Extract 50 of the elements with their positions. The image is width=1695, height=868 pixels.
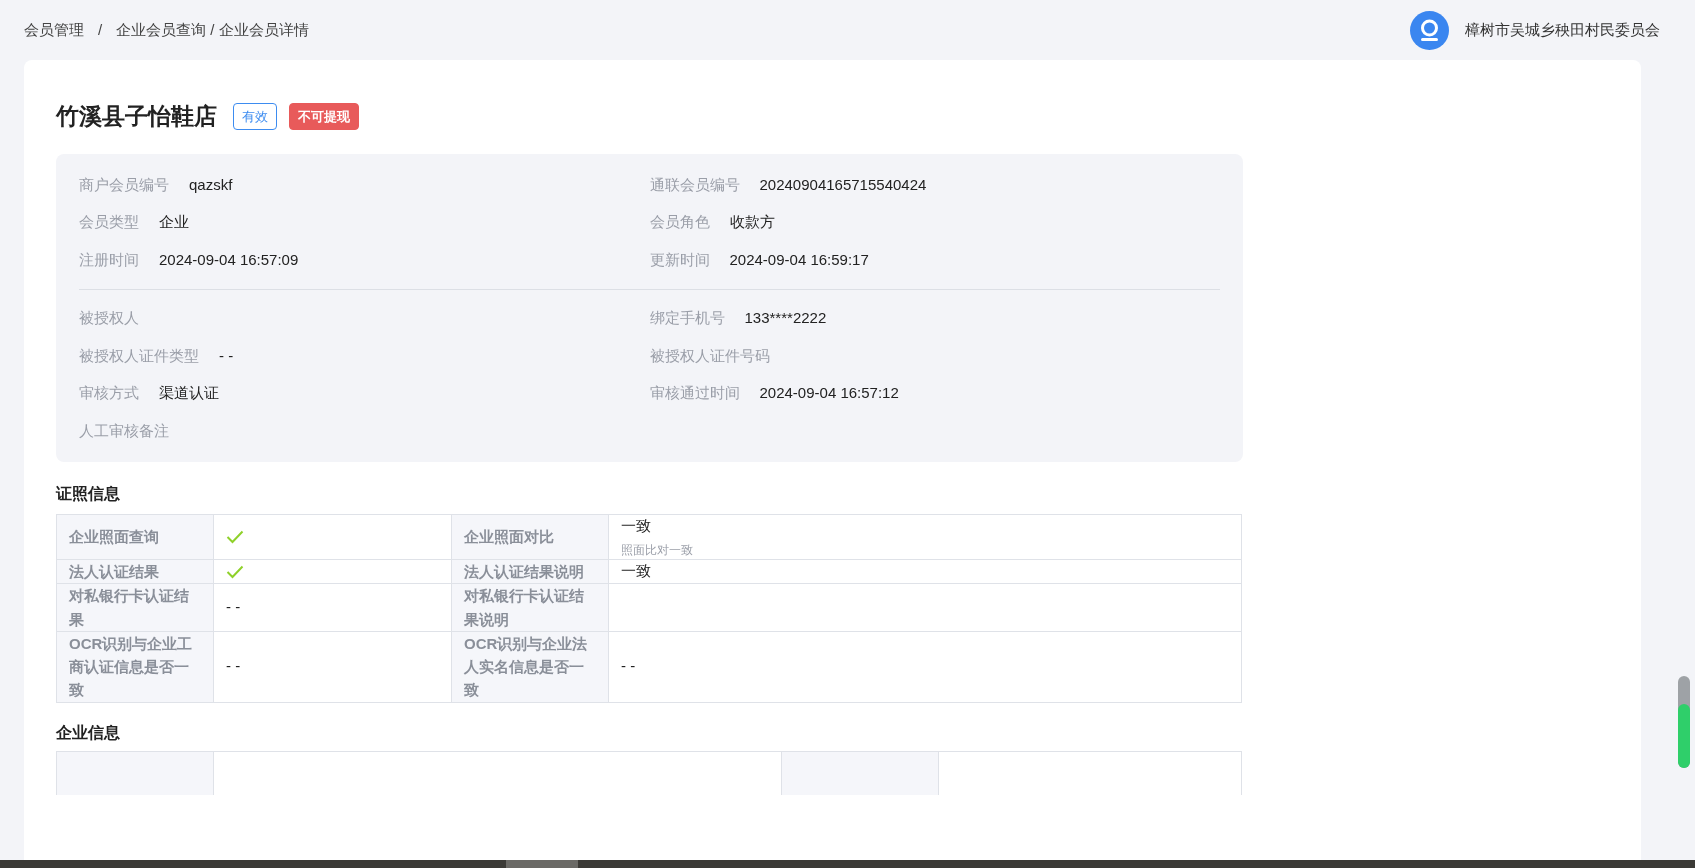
table-header-cell: 对私银行卡认证结果 xyxy=(57,584,214,632)
horizontal-scrollbar[interactable] xyxy=(0,860,1695,868)
scroll-widget-icon xyxy=(1678,676,1690,768)
field-value: 2024-09-04 16:57:09 xyxy=(159,249,299,270)
table-header-cell: 企业照面查询 xyxy=(57,514,214,560)
field-value: - - xyxy=(219,345,234,366)
table-header-cell: 企业照面对比 xyxy=(452,514,609,560)
field-label: 审核通过时间 xyxy=(649,383,740,403)
cell-value: - - xyxy=(621,656,636,677)
field-label: 更新时间 xyxy=(649,249,710,270)
table-header-cell: OCR识别与企业工商认证信息是否一致 xyxy=(57,631,214,703)
field-label: 人工审核备注 xyxy=(79,420,169,441)
status-tag: 有效 xyxy=(233,102,277,130)
field-label: 被授权人证件类型 xyxy=(79,345,199,366)
scrollbar-thumb[interactable] xyxy=(506,860,578,868)
field-value: 133****2222 xyxy=(744,308,827,328)
section-title: 证照信息 xyxy=(56,483,121,504)
field-label: 商户会员编号 xyxy=(79,174,169,195)
field-label: 会员类型 xyxy=(79,212,139,232)
member-name: 竹溪县子怡鞋店 xyxy=(56,101,217,131)
table-header-cell: 法人认证结果说明 xyxy=(452,560,609,585)
breadcrumb-item: / xyxy=(97,19,104,40)
section-title: 企业信息 xyxy=(56,722,121,743)
field-value: qazskf xyxy=(189,174,233,195)
field-label: 会员角色 xyxy=(649,212,710,232)
field-label: 被授权人 xyxy=(79,308,139,328)
avatar-icon[interactable] xyxy=(1410,10,1449,50)
field-value: 2024-09-04 16:57:12 xyxy=(759,383,899,403)
cell-value: - - xyxy=(226,656,241,677)
field-value: 收款方 xyxy=(729,212,775,232)
field-label: 被授权人证件号码 xyxy=(649,345,770,366)
field-label: 审核方式 xyxy=(79,383,139,403)
cell-value: 一致 xyxy=(621,561,651,582)
table-header-cell: 对私银行卡认证结果说明 xyxy=(452,584,609,632)
breadcrumb-item[interactable]: 企业会员查询 / 企业会员详情 xyxy=(114,18,311,42)
cell-note: 照面比对一致 xyxy=(621,542,693,559)
status-tag: 不可提现 xyxy=(289,102,359,130)
field-value: 企业 xyxy=(159,212,189,232)
cell-value: 一致 xyxy=(621,515,652,536)
table-header-cell: OCR识别与企业法人实名信息是否一致 xyxy=(452,631,609,703)
user-name: 樟树市吴城乡秧田村民委员会 xyxy=(1465,19,1660,40)
table-header-cell: 法人认证结果 xyxy=(57,560,214,585)
field-value: 2024-09-04 16:59:17 xyxy=(729,249,869,270)
field-value: 渠道认证 xyxy=(159,383,219,403)
field-label: 注册时间 xyxy=(79,249,139,270)
field-label: 绑定手机号 xyxy=(649,308,725,328)
field-value: 20240904165715540424 xyxy=(759,174,927,195)
cell-value: - - xyxy=(226,597,241,618)
field-label: 通联会员编号 xyxy=(649,174,740,195)
breadcrumb-item[interactable]: 会员管理 xyxy=(22,18,86,42)
